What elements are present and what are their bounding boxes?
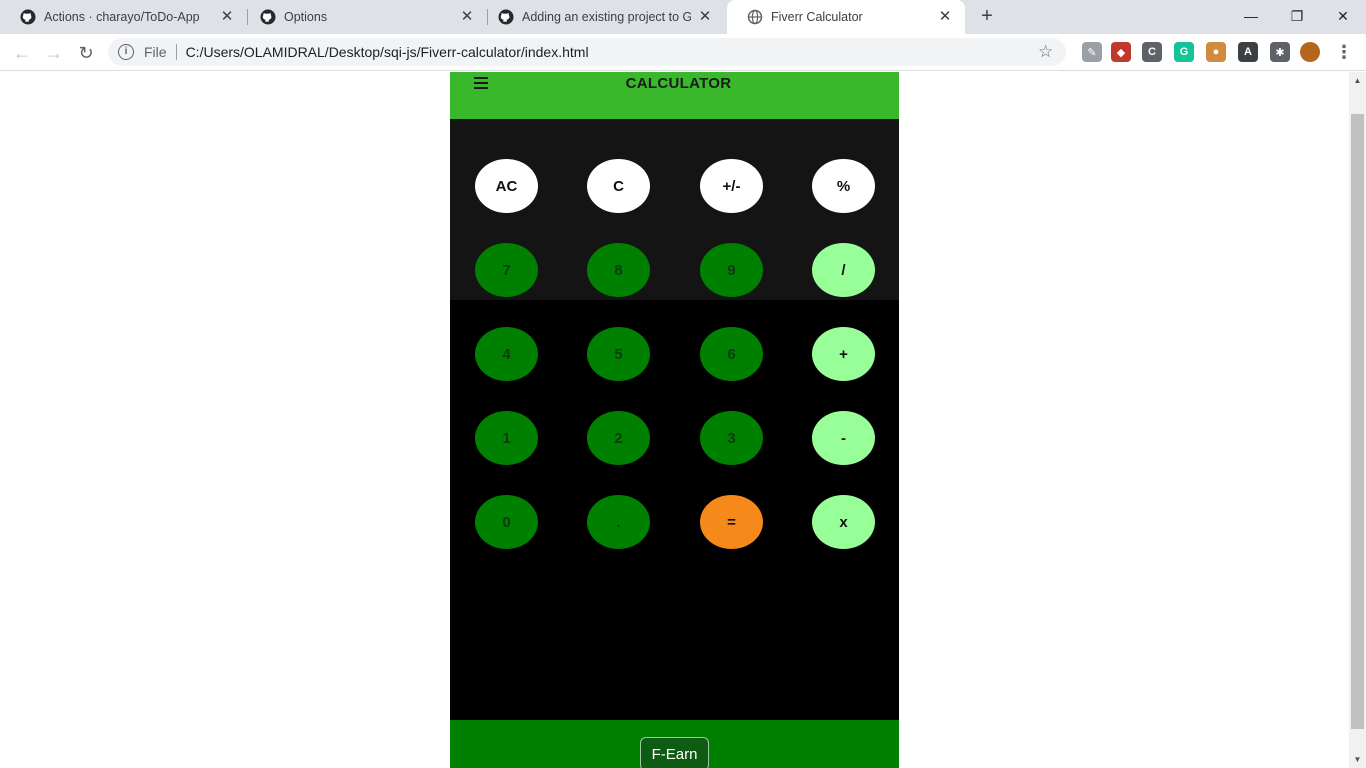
key-divide-button[interactable]: / xyxy=(812,243,875,297)
omnibox-divider xyxy=(175,44,177,60)
forward-arrow-icon[interactable]: → xyxy=(42,41,66,65)
close-tab-icon[interactable]: ✕ xyxy=(459,9,475,25)
key-8-button[interactable]: 8 xyxy=(587,243,650,297)
close-window-icon[interactable]: ✕ xyxy=(1320,0,1366,32)
grammarly-extension-icon[interactable]: G xyxy=(1174,42,1194,62)
tab-fiverr-calculator[interactable]: Fiverr Calculator ✕ xyxy=(727,0,965,34)
close-tab-icon[interactable]: ✕ xyxy=(219,9,235,25)
globe-icon xyxy=(747,9,763,25)
minimize-icon[interactable]: — xyxy=(1228,0,1274,32)
c-extension-icon[interactable]: C xyxy=(1142,42,1162,62)
page-title: CALCULATOR xyxy=(625,75,732,92)
scheme-label: File xyxy=(144,44,167,60)
github-icon xyxy=(260,9,276,25)
cube-extension-icon[interactable]: ◆ xyxy=(1111,42,1131,62)
close-tab-icon[interactable]: ✕ xyxy=(937,9,953,25)
tab-strip: Actions · charayo/ToDo-App ✕ Options ✕ A… xyxy=(0,0,1366,34)
key-6-button[interactable]: 6 xyxy=(700,327,763,381)
info-icon[interactable]: i xyxy=(118,44,134,60)
github-icon xyxy=(20,9,36,25)
vertical-scrollbar[interactable]: ▲ ▼ xyxy=(1349,72,1366,768)
more-menu-icon[interactable]: ⋮ xyxy=(1334,42,1354,62)
scroll-thumb[interactable] xyxy=(1351,114,1364,729)
tab-title: Fiverr Calculator xyxy=(771,10,863,24)
key-2-button[interactable]: 2 xyxy=(587,411,650,465)
key-plus-button[interactable]: + xyxy=(812,327,875,381)
key-percent-button[interactable]: % xyxy=(812,159,875,213)
key-7-button[interactable]: 7 xyxy=(475,243,538,297)
key-equals-button[interactable]: = xyxy=(700,495,763,549)
puzzle-extensions-icon[interactable]: ✱ xyxy=(1270,42,1290,62)
scroll-up-arrow-icon[interactable]: ▲ xyxy=(1349,72,1366,89)
restore-icon[interactable]: ❐ xyxy=(1274,0,1320,32)
reload-icon[interactable]: ↻ xyxy=(74,41,98,65)
star-icon[interactable]: ☆ xyxy=(1038,42,1058,62)
key-0-button[interactable]: 0 xyxy=(475,495,538,549)
new-tab-button[interactable]: + xyxy=(976,6,998,28)
address-bar[interactable]: i File C:/Users/OLAMIDRAL/Desktop/sqi-js… xyxy=(108,38,1066,66)
back-arrow-icon[interactable]: ← xyxy=(10,41,34,65)
profile-avatar[interactable] xyxy=(1300,42,1320,62)
key-decimal-button[interactable]: . xyxy=(587,495,650,549)
tab-options[interactable]: Options ✕ xyxy=(240,0,487,34)
key-3-button[interactable]: 3 xyxy=(700,411,763,465)
scroll-down-arrow-icon[interactable]: ▼ xyxy=(1349,751,1366,768)
tab-title: Actions · charayo/ToDo-App xyxy=(44,10,200,24)
key-plus-minus-button[interactable]: +/- xyxy=(700,159,763,213)
pen-extension-icon[interactable]: ✎ xyxy=(1082,42,1102,62)
github-icon xyxy=(498,9,514,25)
key-5-button[interactable]: 5 xyxy=(587,327,650,381)
key-minus-button[interactable]: - xyxy=(812,411,875,465)
key-multiply-button[interactable]: x xyxy=(812,495,875,549)
close-tab-icon[interactable]: ✕ xyxy=(697,9,713,25)
keypad: AC C +/-% 7 8 9 / 4 5 6 +1 2 3- 0. = x xyxy=(450,159,899,720)
cookie-extension-icon[interactable]: ● xyxy=(1206,42,1226,62)
tab-github-guide[interactable]: Adding an existing project to GitHub ✕ xyxy=(478,0,725,34)
f-earn-button[interactable]: F-Earn xyxy=(640,737,709,768)
tab-title: Options xyxy=(284,10,328,24)
key-1-button[interactable]: 1 xyxy=(475,411,538,465)
url-text[interactable]: C:/Users/OLAMIDRAL/Desktop/sqi-js/Fiverr… xyxy=(186,44,1038,60)
key-ac-button[interactable]: AC xyxy=(475,159,538,213)
key-c-button[interactable]: C xyxy=(587,159,650,213)
app-header: CALCULATOR xyxy=(450,72,899,119)
tab-title: Adding an existing project to GitHub xyxy=(522,10,691,24)
browser-toolbar: ← → ↻ i File C:/Users/OLAMIDRAL/Desktop/… xyxy=(0,34,1366,71)
app-footer: F-Earn xyxy=(450,720,899,768)
key-4-button[interactable]: 4 xyxy=(475,327,538,381)
font-extension-icon[interactable]: A xyxy=(1238,42,1258,62)
key-9-button[interactable]: 9 xyxy=(700,243,763,297)
tab-actions[interactable]: Actions · charayo/ToDo-App ✕ xyxy=(0,0,247,34)
page-viewport: CALCULATOR AC C +/-% 7 8 9 / 4 5 6 +1 2 3- 0. = x F-Ear… xyxy=(0,72,1349,768)
calculator-app: CALCULATOR AC C +/-% 7 8 9 / 4 5 6 +1 2 3- 0. = x F-Ear… xyxy=(450,72,899,768)
